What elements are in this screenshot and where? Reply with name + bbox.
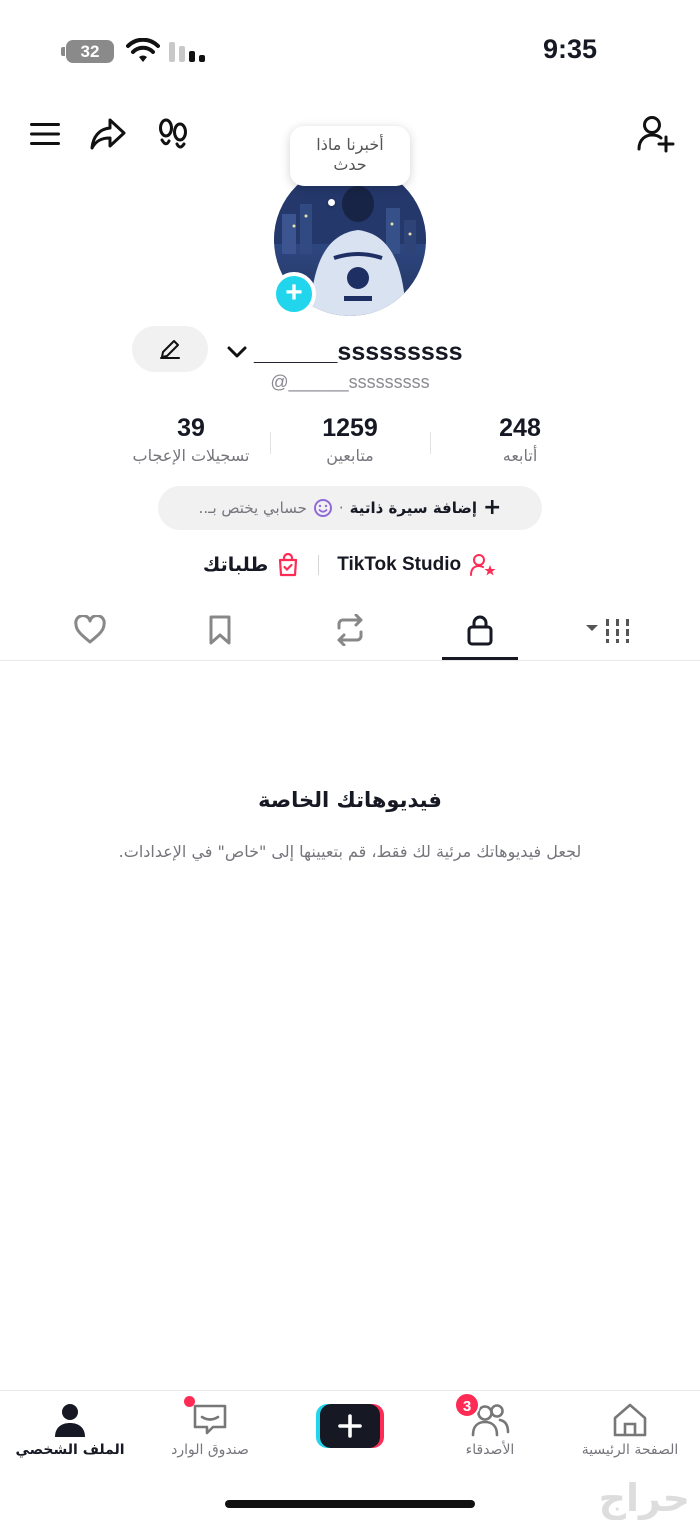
- empty-state-title: فيديوهاتك الخاصة: [258, 788, 442, 812]
- tooltip-dot: [328, 199, 335, 206]
- chevron-down-icon: [227, 346, 247, 358]
- tooltip-line-1: أخبرنا ماذا: [316, 135, 384, 154]
- add-friend-icon[interactable]: [632, 112, 680, 156]
- tab-liked[interactable]: [50, 604, 130, 656]
- quick-links-row: طلباتك TikTok Studio: [0, 548, 700, 582]
- repost-icon: [337, 614, 363, 646]
- grid-dropdown-icon: [586, 619, 629, 643]
- tabs-divider: [0, 660, 700, 661]
- nav-friends[interactable]: 3 الأصدقاء: [420, 1392, 560, 1468]
- following-label: أتابعه: [502, 446, 538, 465]
- edit-profile-button[interactable]: [132, 326, 208, 372]
- tab-videos[interactable]: [570, 604, 650, 656]
- orders-label: طلباتك: [202, 554, 269, 576]
- footprints-icon[interactable]: [152, 112, 194, 156]
- followers-label: متابعين: [326, 446, 374, 465]
- following-count: 248: [499, 414, 541, 442]
- share-icon[interactable]: [86, 112, 130, 156]
- home-indicator[interactable]: [225, 1500, 475, 1508]
- studio-label: TikTok Studio: [337, 554, 462, 575]
- create-button[interactable]: [316, 1404, 384, 1448]
- nav-profile-label: الملف الشخصي: [15, 1442, 125, 1458]
- stat-followers[interactable]: 1259 متابعين: [265, 414, 435, 465]
- stat-likes[interactable]: 39 تسجيلات الإعجاب: [106, 414, 276, 465]
- watermark-logo: حراج: [598, 1476, 690, 1520]
- pencil-icon: [160, 340, 180, 359]
- wifi-icon: [126, 37, 160, 64]
- bookmark-icon: [209, 615, 231, 645]
- profile-icon: [55, 1404, 85, 1437]
- nav-home[interactable]: الصفحة الرئيسية: [560, 1398, 700, 1468]
- create-plus-icon: [316, 1404, 384, 1448]
- bio-separator: ·: [338, 499, 344, 517]
- plus-icon: +: [483, 495, 502, 520]
- add-bio-button[interactable]: + إضافة سيرة ذاتية · حسابي يختص بـ..: [158, 486, 542, 530]
- nav-profile[interactable]: الملف الشخصي: [0, 1398, 140, 1468]
- signal-icon: [168, 40, 206, 64]
- status-tooltip[interactable]: أخبرنا ماذا حدث: [290, 126, 410, 186]
- account-switcher[interactable]: ______sssssssss: [226, 334, 463, 370]
- friends-badge: 3: [454, 1392, 480, 1418]
- likes-label: تسجيلات الإعجاب: [132, 446, 250, 465]
- smiley-icon: [313, 499, 332, 517]
- bio-hint: حسابي يختص بـ..: [198, 499, 307, 517]
- nav-inbox-label: صندوق الوارد: [171, 1442, 249, 1458]
- bottom-nav-divider: [0, 1390, 700, 1391]
- user-handle: @______sssssssss: [270, 372, 430, 392]
- nav-home-label: الصفحة الرئيسية: [581, 1442, 679, 1458]
- empty-state-description: لجعل فيديوهاتك مرئية لك فقط، قم بتعيينها…: [118, 842, 582, 861]
- inbox-icon: [193, 1404, 227, 1435]
- shopping-bag-icon: [279, 552, 298, 577]
- heart-icon: [74, 615, 106, 644]
- tooltip-line-2: حدث: [333, 155, 367, 174]
- stat-following[interactable]: 248 أتابعه: [435, 414, 605, 465]
- home-icon: [613, 1403, 647, 1437]
- tab-reposts[interactable]: [310, 604, 390, 656]
- nav-inbox[interactable]: صندوق الوارد: [140, 1396, 280, 1468]
- orders-link[interactable]: طلباتك: [203, 552, 300, 578]
- tab-private[interactable]: [440, 604, 520, 656]
- tiktok-studio-link[interactable]: TikTok Studio: [337, 552, 497, 578]
- likes-count: 39: [177, 414, 205, 442]
- battery-indicator: 32: [61, 40, 114, 63]
- nav-friends-label: الأصدقاء: [465, 1442, 515, 1458]
- lock-icon: [467, 615, 493, 646]
- username: ______sssssssss: [254, 337, 463, 366]
- creator-star-icon: [470, 554, 496, 576]
- add-avatar-button[interactable]: +: [272, 272, 316, 316]
- status-time: 9:35: [542, 34, 598, 64]
- add-bio-label: إضافة سيرة ذاتية: [349, 499, 478, 517]
- tab-favorites[interactable]: [180, 604, 260, 656]
- link-separator: [318, 555, 320, 575]
- followers-count: 1259: [322, 414, 378, 442]
- inbox-notification-dot: [184, 1396, 195, 1407]
- menu-icon[interactable]: [24, 112, 66, 156]
